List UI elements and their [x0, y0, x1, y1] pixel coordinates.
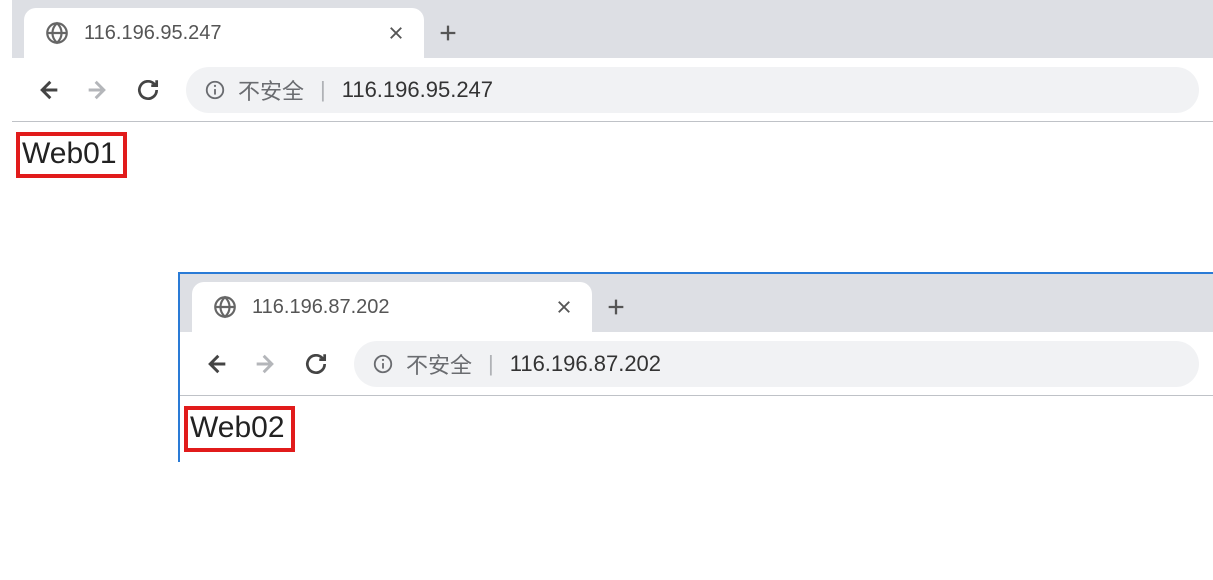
- tab-title: 116.196.87.202: [252, 296, 550, 319]
- tab-strip: 116.196.87.202: [180, 274, 1213, 332]
- toolbar: 不安全 | 116.196.87.202: [180, 332, 1213, 396]
- reload-button[interactable]: [294, 342, 338, 386]
- page-content: Web01: [12, 122, 1213, 188]
- tab-title: 116.196.95.247: [84, 22, 382, 45]
- reload-button[interactable]: [126, 68, 170, 112]
- new-tab-button[interactable]: [592, 282, 640, 332]
- tab-strip: 116.196.95.247: [12, 0, 1213, 58]
- forward-button[interactable]: [76, 68, 120, 112]
- separator: |: [488, 351, 494, 377]
- back-button[interactable]: [26, 68, 70, 112]
- tab-close-button[interactable]: [382, 19, 410, 47]
- url-text: 116.196.95.247: [342, 77, 493, 103]
- security-label: 不安全: [238, 74, 304, 106]
- browser-window-2: 116.196.87.202: [178, 272, 1213, 462]
- toolbar: 不安全 | 116.196.95.247: [12, 58, 1213, 122]
- browser-window-1: 116.196.95.247: [12, 0, 1213, 188]
- browser-tab[interactable]: 116.196.87.202: [192, 282, 592, 332]
- info-icon: [204, 79, 226, 101]
- info-icon: [372, 353, 394, 375]
- address-bar[interactable]: 不安全 | 116.196.95.247: [186, 67, 1199, 113]
- url-text: 116.196.87.202: [510, 351, 661, 377]
- browser-tab[interactable]: 116.196.95.247: [24, 8, 424, 58]
- globe-icon: [212, 294, 238, 320]
- forward-button[interactable]: [244, 342, 288, 386]
- page-content: Web02: [180, 396, 1213, 462]
- page-heading: Web01: [16, 132, 127, 178]
- address-bar[interactable]: 不安全 | 116.196.87.202: [354, 341, 1199, 387]
- globe-icon: [44, 20, 70, 46]
- new-tab-button[interactable]: [424, 8, 472, 58]
- security-label: 不安全: [406, 348, 472, 380]
- page-heading: Web02: [184, 406, 295, 452]
- separator: |: [320, 77, 326, 103]
- tab-close-button[interactable]: [550, 293, 578, 321]
- back-button[interactable]: [194, 342, 238, 386]
